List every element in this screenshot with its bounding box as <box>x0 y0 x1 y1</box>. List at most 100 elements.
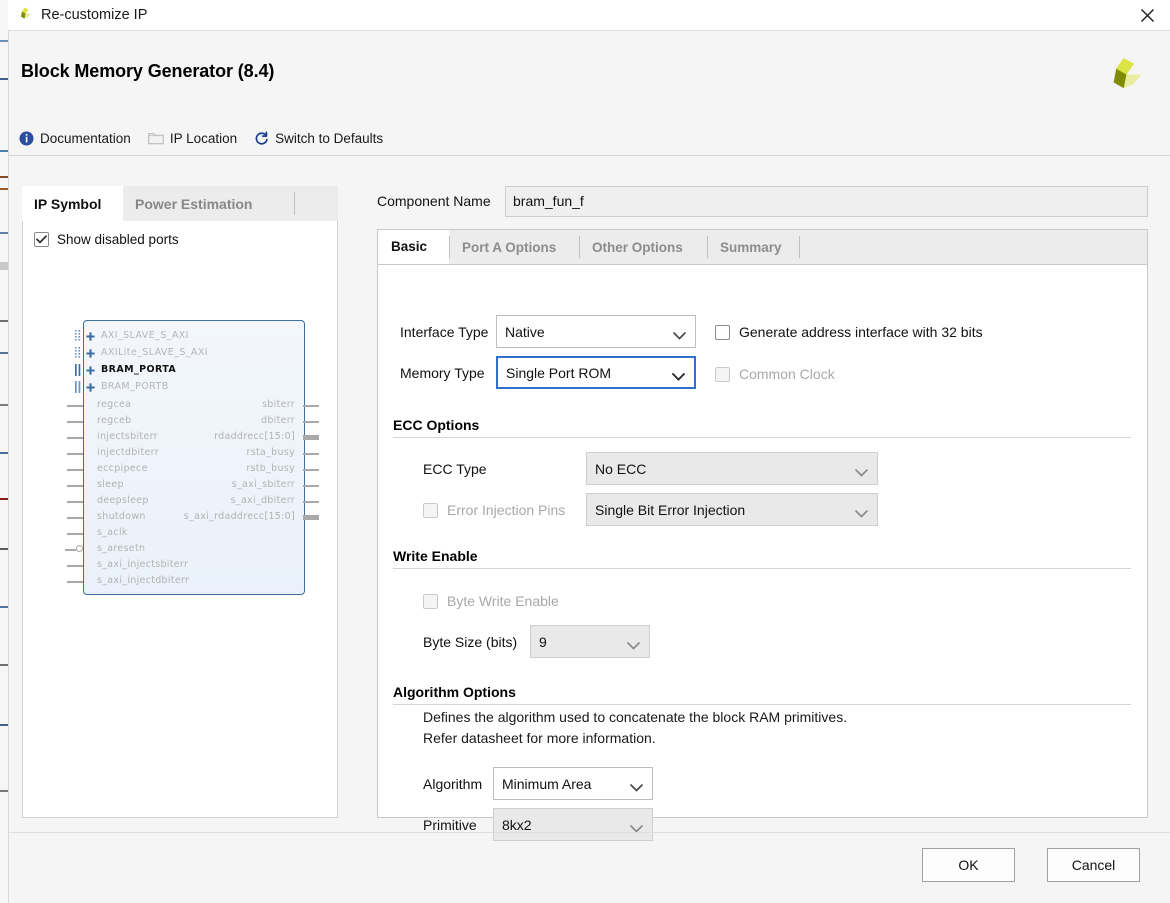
show-disabled-ports-label: Show disabled ports <box>57 232 179 247</box>
close-icon[interactable] <box>1124 0 1170 30</box>
tab-basic[interactable]: Basic <box>378 230 449 264</box>
symbol-bus-port[interactable]: BRAM_PORTA <box>63 363 323 379</box>
expand-plus-icon[interactable] <box>86 383 95 392</box>
algorithm-label: Algorithm <box>423 776 482 792</box>
show-disabled-ports-checkbox[interactable]: Show disabled ports <box>34 232 179 247</box>
generate-address-interface-label: Generate address interface with 32 bits <box>739 324 983 340</box>
bus-marker-solid-icon <box>74 364 83 377</box>
tab-power-estimation[interactable]: Power Estimation <box>123 186 264 221</box>
checkbox-unchecked-disabled-icon <box>715 367 730 382</box>
pin-label: s_axi_sbiterr <box>232 479 295 490</box>
chevron-down-icon <box>855 464 868 473</box>
error-injection-type-dropdown[interactable]: Single Bit Error Injection <box>586 493 878 526</box>
tab-summary[interactable]: Summary <box>707 230 799 264</box>
left-panel-tabbar: IP Symbol Power Estimation <box>22 186 338 222</box>
title-bar: Re-customize IP <box>8 0 1170 31</box>
footer-divider <box>9 832 1170 833</box>
memory-type-dropdown[interactable]: Single Port ROM <box>496 356 696 389</box>
ip-symbol-panel: IP Symbol Power Estimation Show disabled… <box>22 186 338 818</box>
dialog-header: Block Memory Generator (8.4) Documentati… <box>9 31 1170 156</box>
refresh-icon <box>254 131 269 146</box>
algorithm-description-line1: Defines the algorithm used to concatenat… <box>423 709 847 725</box>
byte-write-enable-checkbox: Byte Write Enable <box>423 593 559 609</box>
switch-to-defaults-label: Switch to Defaults <box>275 131 383 146</box>
component-name-label: Component Name <box>377 193 491 209</box>
ecc-type-dropdown[interactable]: No ECC <box>586 452 878 485</box>
interface-type-dropdown[interactable]: Native <box>496 315 696 348</box>
checkbox-unchecked-icon <box>715 325 730 340</box>
symbol-output-pin: s_axi_dbiterr <box>63 494 323 510</box>
common-clock-label: Common Clock <box>739 366 835 382</box>
symbol-bus-port[interactable]: AXI_SLAVE_S_AXI <box>63 329 323 345</box>
interface-type-value: Native <box>505 324 545 340</box>
component-name-input[interactable]: bram_fun_f <box>505 186 1148 217</box>
error-injection-type-value: Single Bit Error Injection <box>595 502 745 518</box>
memory-type-label: Memory Type <box>400 365 485 381</box>
chevron-down-icon <box>630 820 643 829</box>
xilinx-logo-icon <box>1102 55 1148 101</box>
ok-button-label: OK <box>958 857 978 873</box>
tab-ip-symbol-label: IP Symbol <box>34 196 101 212</box>
chevron-down-icon <box>630 779 643 788</box>
symbol-bus-port[interactable]: AXILite_SLAVE_S_AXI <box>63 346 323 362</box>
pin-label: sbiterr <box>262 399 295 410</box>
expand-plus-icon[interactable] <box>86 332 95 341</box>
expand-plus-icon[interactable] <box>86 366 95 375</box>
re-customize-ip-window: Re-customize IP Block Memory Generator (… <box>0 0 1170 903</box>
tab-other-options-label: Other Options <box>592 240 683 255</box>
pin-label: s_aclk <box>97 527 128 538</box>
ecc-options-divider <box>393 437 1131 438</box>
ip-symbol-body: Show disabled ports <box>22 221 338 818</box>
settings-tabbar: Basic Port A Options Other Options Summa… <box>378 230 1147 265</box>
tab-ip-symbol[interactable]: IP Symbol <box>22 186 123 221</box>
bus-marker-solid-icon <box>74 381 83 394</box>
chevron-down-icon <box>855 505 868 514</box>
byte-write-enable-label: Byte Write Enable <box>447 593 559 609</box>
error-injection-pins-label: Error Injection Pins <box>447 502 565 518</box>
generate-address-interface-checkbox[interactable]: Generate address interface with 32 bits <box>715 324 983 340</box>
chevron-down-icon <box>672 368 685 377</box>
ip-location-link[interactable]: IP Location <box>148 131 237 146</box>
page-title: Block Memory Generator (8.4) <box>21 61 274 82</box>
symbol-bus-port[interactable]: BRAM_PORTB <box>63 380 323 396</box>
pin-label: s_axi_dbiterr <box>231 495 295 506</box>
tab-separator <box>294 192 295 215</box>
documentation-link[interactable]: Documentation <box>19 131 131 146</box>
tab-summary-label: Summary <box>720 240 782 255</box>
info-icon <box>19 131 34 146</box>
switch-to-defaults-link[interactable]: Switch to Defaults <box>254 131 383 146</box>
primitive-value: 8kx2 <box>502 817 532 833</box>
byte-size-dropdown[interactable]: 9 <box>530 625 650 658</box>
pin-label: s_axi_rdaddrecc[15:0] <box>184 511 295 522</box>
pin-label: s_axi_injectdbiterr <box>97 575 189 586</box>
bus-port-label: BRAM_PORTA <box>101 364 176 375</box>
ip-location-label: IP Location <box>170 131 237 146</box>
pin-label: dbiterr <box>261 415 295 426</box>
cancel-button-label: Cancel <box>1072 857 1116 873</box>
symbol-output-pin: s_axi_sbiterr <box>63 478 323 494</box>
symbol-input-pin: s_axi_injectsbiterr <box>63 558 323 574</box>
memory-type-value: Single Port ROM <box>506 365 611 381</box>
symbol-input-pin-inverted: s_aresetn <box>63 542 323 558</box>
bus-port-label: AXI_SLAVE_S_AXI <box>101 330 189 341</box>
error-injection-pins-checkbox: Error Injection Pins <box>423 502 565 518</box>
tab-port-a-options-label: Port A Options <box>462 240 556 255</box>
documentation-label: Documentation <box>40 131 131 146</box>
checkbox-unchecked-disabled-icon <box>423 503 438 518</box>
write-enable-heading: Write Enable <box>393 548 478 564</box>
bus-marker-dotted-icon <box>74 347 83 360</box>
cancel-button[interactable]: Cancel <box>1047 848 1140 882</box>
tab-power-estimation-label: Power Estimation <box>135 196 252 212</box>
bus-port-label: BRAM_PORTB <box>101 381 169 392</box>
inverted-input-icon <box>76 545 83 552</box>
tab-other-options[interactable]: Other Options <box>579 230 707 264</box>
folder-icon <box>148 131 164 145</box>
algorithm-options-divider <box>393 704 1131 705</box>
algorithm-dropdown[interactable]: Minimum Area <box>493 767 653 800</box>
algorithm-description-line2: Refer datasheet for more information. <box>423 730 656 746</box>
pin-label: s_axi_injectsbiterr <box>97 559 188 570</box>
primitive-dropdown[interactable]: 8kx2 <box>493 808 653 841</box>
expand-plus-icon[interactable] <box>86 349 95 358</box>
tab-port-a-options[interactable]: Port A Options <box>449 230 579 264</box>
ok-button[interactable]: OK <box>922 848 1015 882</box>
